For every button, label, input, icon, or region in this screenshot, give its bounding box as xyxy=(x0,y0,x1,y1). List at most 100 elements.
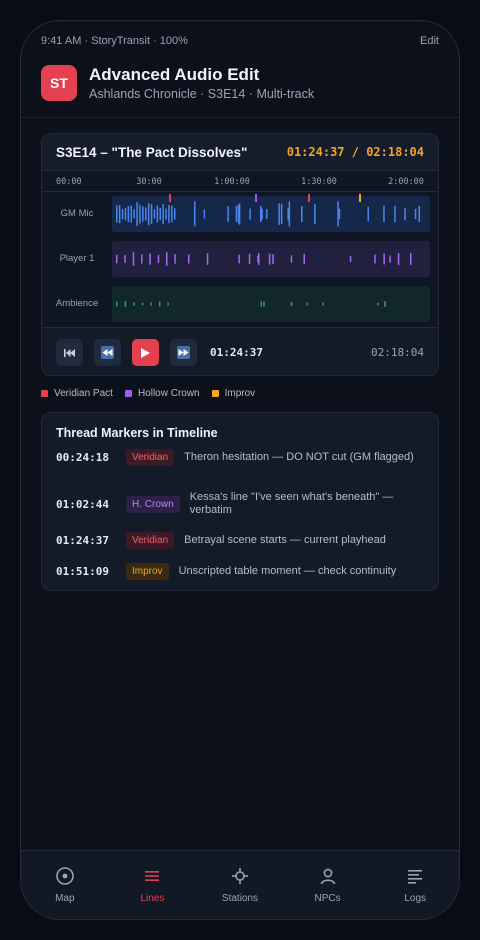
track-lane-player-1[interactable] xyxy=(112,241,430,277)
waveform-bar xyxy=(133,302,135,306)
waveform-bar xyxy=(383,205,385,222)
nav-item-lines[interactable]: Lines xyxy=(109,851,197,919)
header-divider xyxy=(21,117,459,118)
track-ambience: Ambience xyxy=(42,286,438,322)
waveform-bar xyxy=(290,302,293,306)
time-ruler[interactable]: 00:00 30:00 1:00:00 1:30:00 2:00:00 xyxy=(42,171,438,192)
thread-marker-tick xyxy=(255,194,257,202)
waveform-bar xyxy=(349,255,352,262)
npcs-icon xyxy=(320,868,335,885)
rewind-button[interactable] xyxy=(94,339,121,366)
waveform-bar xyxy=(248,253,251,265)
track-lane-gm-mic[interactable] xyxy=(112,194,430,232)
edit-button[interactable]: Edit xyxy=(420,35,439,47)
track-lane-ambience[interactable] xyxy=(112,286,430,322)
waveform-bar xyxy=(235,205,238,222)
episode-header: S3E14 – "The Pact Dissolves" 01:24:37 / … xyxy=(42,134,438,171)
nav-item-npcs[interactable]: NPCs xyxy=(284,851,372,919)
app-icon: ST xyxy=(41,65,77,101)
waveform-bar xyxy=(280,203,283,225)
waveform-bar xyxy=(153,209,156,219)
waveform-bar xyxy=(116,254,118,264)
waveform-bar xyxy=(167,302,169,306)
waveform-bar xyxy=(303,253,305,265)
waveform-bar xyxy=(150,302,152,306)
thread-marker-tick xyxy=(359,194,361,202)
waveform-bar xyxy=(272,254,274,264)
marker-row[interactable]: 01:24:37 Veridian Betrayal scene starts … xyxy=(56,532,424,549)
skip-to-start-button[interactable] xyxy=(56,339,83,366)
waveform-bar xyxy=(383,253,385,265)
marker-row[interactable]: 00:24:18 Veridian Theron hesitation — DO… xyxy=(56,449,424,466)
waveform-bar xyxy=(130,205,132,223)
waveform-bar xyxy=(306,302,309,306)
nav-item-map[interactable]: Map xyxy=(21,851,109,919)
marker-row[interactable]: 01:51:09 Improv Unscripted table moment … xyxy=(56,563,424,580)
waveform-bar xyxy=(203,209,206,219)
marker-note: Theron hesitation — DO NOT cut (GM flagg… xyxy=(184,450,414,463)
waveform-bar xyxy=(141,302,144,306)
waveform-bar xyxy=(127,206,130,222)
waveform-bar xyxy=(268,253,271,265)
ruler-tick: 2:00:00 xyxy=(388,177,424,187)
marker-row[interactable]: 01:02:44 H. Crown Kessa's line "I've see… xyxy=(56,491,424,517)
waveform-bar xyxy=(188,254,190,264)
logs-icon xyxy=(408,870,423,884)
waveform-bar xyxy=(367,206,369,222)
waveform-bar xyxy=(141,254,143,264)
waveform-bar xyxy=(132,252,135,266)
waveform xyxy=(116,301,386,307)
waveform-bar xyxy=(377,302,379,306)
waveform-bar xyxy=(261,208,263,220)
nav-label: Stations xyxy=(221,893,259,904)
thread-markers-card: Thread Markers in Timeline 00:24:18 Veri… xyxy=(41,412,439,591)
legend-label: Veridian Pact xyxy=(54,388,113,399)
waveform-bar xyxy=(249,208,251,220)
waveform-bar xyxy=(149,253,151,265)
waveform-bar xyxy=(337,201,339,227)
track-gm-mic: GM Mic xyxy=(42,194,438,232)
waveform-bar xyxy=(168,205,170,224)
total-time: 02:18:04 xyxy=(371,346,424,359)
map-icon xyxy=(55,867,74,885)
waveform-bar xyxy=(162,204,164,225)
waveform-bar xyxy=(227,206,229,222)
nav-item-stations[interactable]: Stations xyxy=(196,851,284,919)
play-icon xyxy=(141,347,150,358)
waveform-bar xyxy=(116,205,118,223)
rewind-icon xyxy=(101,346,114,359)
skip-to-start-icon xyxy=(63,348,75,357)
play-button[interactable] xyxy=(132,339,159,366)
waveform-bar xyxy=(194,201,196,227)
fast-forward-button[interactable] xyxy=(170,339,197,366)
nav-item-logs[interactable]: Logs xyxy=(371,851,459,919)
markers-title: Thread Markers in Timeline xyxy=(56,426,218,440)
waveform-bar xyxy=(266,209,268,219)
waveform-bar xyxy=(165,208,167,220)
waveform-bar xyxy=(124,207,127,221)
marker-note: Betrayal scene starts — current playhead xyxy=(184,533,386,546)
page-subtitle: Ashlands Chronicle · S3E14 · Multi-track xyxy=(89,87,315,101)
legend-swatch xyxy=(124,390,132,397)
waveform-bar xyxy=(145,207,147,221)
waveform-bar xyxy=(410,253,412,265)
status-bar: 9:41 AM · StoryTransit · 100% Edit xyxy=(41,35,439,47)
nav-label: Map xyxy=(55,893,75,904)
waveform-bar xyxy=(278,203,280,225)
phone-frame: 9:41 AM · StoryTransit · 100% Edit ST Ad… xyxy=(20,20,460,920)
waveform-bar xyxy=(124,301,127,307)
marker-note: Kessa's line "I've seen what's beneath" … xyxy=(189,491,394,517)
waveform-bar xyxy=(206,253,209,265)
waveform-bar xyxy=(171,205,173,223)
track-label: Player 1 xyxy=(59,253,95,264)
marker-time: 01:51:09 xyxy=(56,565,109,578)
waveform-bar xyxy=(260,301,263,307)
thread-legend: Veridian Pact Hollow Crown Improv xyxy=(41,388,267,399)
waveform-bar xyxy=(147,203,150,226)
waveform-bar xyxy=(116,301,118,307)
waveform-bar xyxy=(133,209,135,219)
waveform-bar xyxy=(157,255,160,263)
waveform-bar xyxy=(121,209,124,220)
legend-item: Veridian Pact xyxy=(41,388,113,399)
waveform xyxy=(116,252,412,266)
